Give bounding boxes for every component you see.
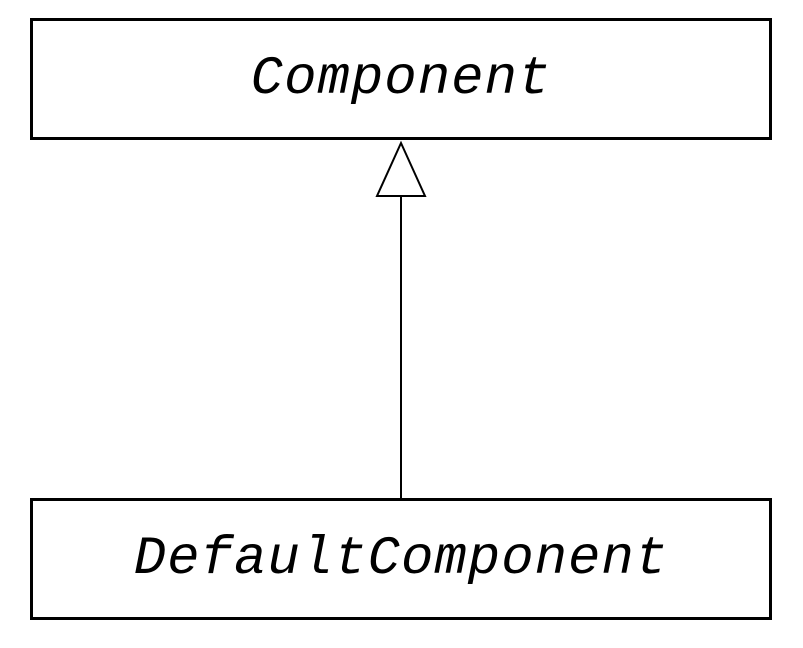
generalization-arrowhead-icon xyxy=(377,143,425,196)
uml-class-parent: Component xyxy=(30,18,772,140)
uml-class-parent-name: Component xyxy=(251,49,552,110)
uml-class-child-name: DefaultComponent xyxy=(134,529,668,590)
uml-class-child: DefaultComponent xyxy=(30,498,772,620)
